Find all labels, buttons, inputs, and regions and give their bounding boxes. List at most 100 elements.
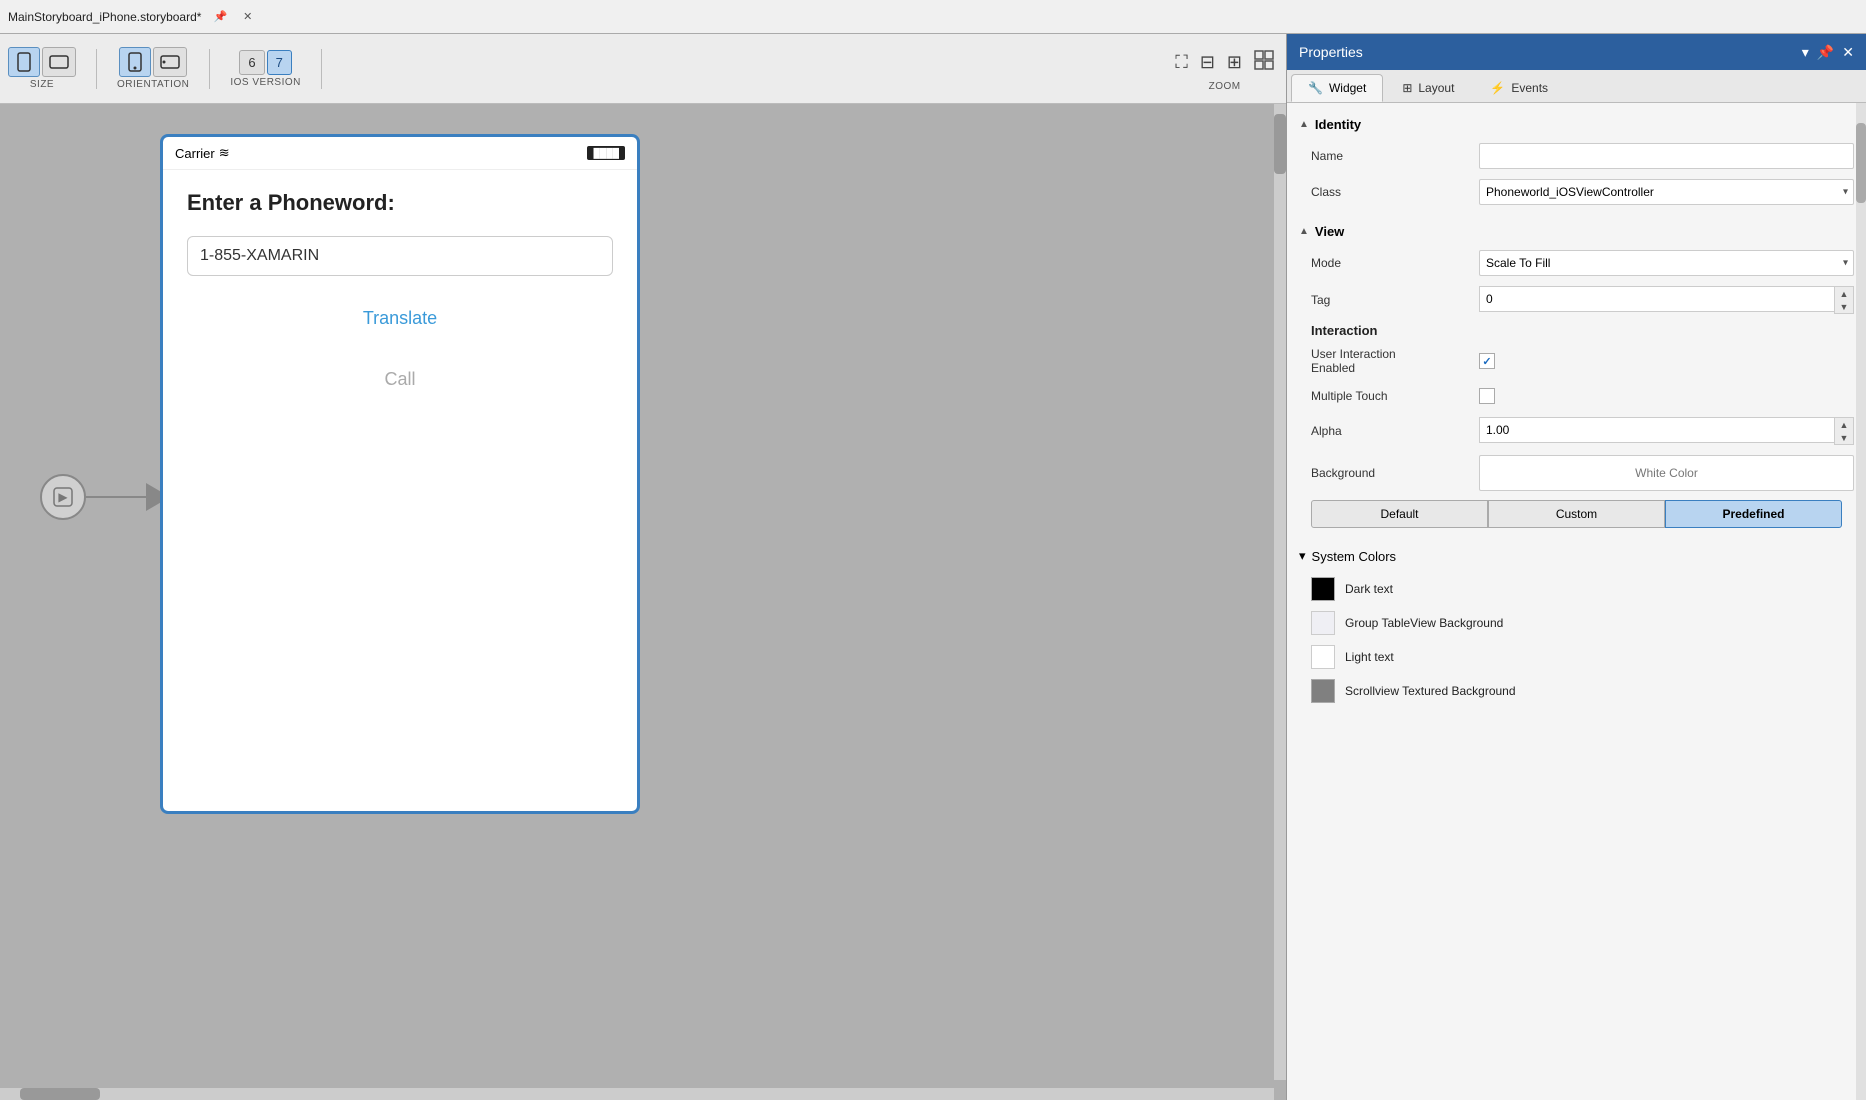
name-input[interactable] [1479,143,1854,169]
multiple-touch-label: Multiple Touch [1311,389,1471,403]
tag-input[interactable] [1479,286,1834,312]
toolbar: SIZE ORIENTATION 6 [0,34,1286,104]
properties-close-icon[interactable]: ✕ [1842,44,1854,61]
system-colors-header[interactable]: ▾ System Colors [1287,540,1866,572]
entry-point: ▶ [40,474,170,520]
ios-v7-button[interactable]: 7 [267,50,292,75]
color-predefined-button[interactable]: Predefined [1665,500,1842,528]
scrollview-label: Scrollview Textured Background [1345,684,1516,698]
alpha-row: Alpha ▲ ▼ [1287,412,1866,450]
system-colors-toggle-icon: ▾ [1299,548,1306,564]
ios-v6-button[interactable]: 6 [239,50,264,75]
light-text-label: Light text [1345,650,1394,664]
properties-dropdown-icon[interactable]: ▾ [1802,44,1809,61]
alpha-spinner-down[interactable]: ▼ [1835,431,1853,444]
size-portrait-button[interactable] [8,47,40,77]
ios-version-group: 6 7 iOS VERSION [230,50,301,88]
multiple-touch-checkbox[interactable] [1479,388,1495,404]
name-label: Name [1311,149,1471,163]
tab-widget[interactable]: 🔧 Widget [1291,74,1383,102]
system-color-group-tableview[interactable]: Group TableView Background [1287,606,1866,640]
properties-content-wrapper: ▲ Identity Name Class [1287,103,1866,1100]
tab-events[interactable]: ⚡ Events [1473,74,1565,102]
tab-widget-icon: 🔧 [1308,81,1323,95]
toolbar-sep-3 [321,49,322,89]
alpha-input[interactable] [1479,417,1834,443]
orientation-buttons [119,47,187,77]
zoom-shrink-button[interactable]: ⊟ [1196,46,1219,79]
alpha-spinner-up[interactable]: ▲ [1835,418,1853,431]
svg-text:▶: ▶ [58,490,68,504]
toolbar-sep-1 [96,49,97,89]
color-custom-button[interactable]: Custom [1488,500,1665,528]
iphone-translate-button[interactable]: Translate [187,300,613,337]
pin-button[interactable]: 📌 [209,8,231,25]
properties-pin-icon[interactable]: 📌 [1817,44,1834,61]
tag-spinner-buttons: ▲ ▼ [1834,286,1854,314]
canvas-horizontal-scrollbar[interactable] [0,1088,1274,1100]
iphone-call-button[interactable]: Call [187,361,613,398]
identity-section-label: Identity [1315,117,1361,132]
main-area: SIZE ORIENTATION 6 [0,34,1866,1100]
color-default-button[interactable]: Default [1311,500,1488,528]
properties-title: Properties [1299,44,1363,60]
system-color-dark-text[interactable]: Dark text [1287,572,1866,606]
zoom-fullscreen-button[interactable]: ⛶ [1171,46,1192,79]
canvas-vertical-scrollbar[interactable] [1274,104,1286,1080]
tag-row: Tag ▲ ▼ [1287,281,1866,319]
mode-select[interactable]: Scale To Fill [1479,250,1854,276]
alpha-spinner: ▲ ▼ [1479,417,1854,445]
name-row: Name [1287,138,1866,174]
view-section-header[interactable]: ▲ View [1287,218,1866,245]
iphone-phone-input[interactable] [187,236,613,276]
user-interaction-checkbox[interactable] [1479,353,1495,369]
scrollview-swatch [1311,679,1335,703]
tab-layout[interactable]: ⊞ Layout [1385,74,1471,102]
class-select[interactable]: Phoneworld_iOSViewController [1479,179,1854,205]
iphone-mockup: Carrier ≋ ████ Enter a Phoneword: Transl… [160,134,640,814]
canvas-area: ▶ Carrier ≋ ████ Enter a Phoneword: [0,104,1286,1100]
group-tableview-label: Group TableView Background [1345,616,1503,630]
view-section-label: View [1315,224,1344,239]
orientation-landscape-button[interactable] [153,47,187,77]
system-color-light-text[interactable]: Light text [1287,640,1866,674]
tag-spinner-up[interactable]: ▲ [1835,287,1853,300]
properties-scrollbar-thumb[interactable] [1856,123,1866,203]
orientation-group: ORIENTATION [117,47,189,90]
alpha-label: Alpha [1311,424,1471,438]
tag-label: Tag [1311,293,1471,307]
orientation-portrait-button[interactable] [119,47,151,77]
tag-spinner: ▲ ▼ [1479,286,1854,314]
iphone-content: Enter a Phoneword: Translate Call [163,170,637,418]
system-color-scrollview[interactable]: Scrollview Textured Background [1287,674,1866,708]
iphone-carrier: Carrier ≋ [175,145,230,161]
tab-events-icon: ⚡ [1490,81,1505,95]
name-control [1479,143,1854,169]
close-tab-button[interactable]: ✕ [239,8,256,25]
properties-content: ▲ Identity Name Class [1287,103,1866,724]
canvas-hscrollbar-thumb[interactable] [20,1088,100,1100]
zoom-grid-button[interactable] [1250,46,1278,79]
properties-header: Properties ▾ 📌 ✕ [1287,34,1866,70]
mode-label: Mode [1311,256,1471,270]
dark-text-label: Dark text [1345,582,1393,596]
size-label: SIZE [30,79,54,90]
canvas-scrollbar-thumb[interactable] [1274,114,1286,174]
dark-text-swatch [1311,577,1335,601]
tab-widget-label: Widget [1329,81,1366,95]
alpha-spinner-buttons: ▲ ▼ [1834,417,1854,445]
ios-version-label: iOS VERSION [230,77,301,88]
orientation-label: ORIENTATION [117,79,189,90]
identity-section-header[interactable]: ▲ Identity [1287,111,1866,138]
identity-section: ▲ Identity Name Class [1287,111,1866,210]
properties-panel: Properties ▾ 📌 ✕ 🔧 Widget ⊞ Layout ⚡ Eve… [1286,34,1866,1100]
properties-scrollbar[interactable] [1856,103,1866,1100]
iphone-title: Enter a Phoneword: [187,190,613,216]
class-select-wrapper: Phoneworld_iOSViewController ▾ [1479,179,1854,205]
zoom-expand-button[interactable]: ⊞ [1223,46,1246,79]
tab-events-label: Events [1511,81,1548,95]
background-color-display[interactable]: White Color [1479,455,1854,491]
tab-layout-label: Layout [1418,81,1454,95]
tag-spinner-down[interactable]: ▼ [1835,300,1853,313]
size-landscape-button[interactable] [42,47,76,77]
